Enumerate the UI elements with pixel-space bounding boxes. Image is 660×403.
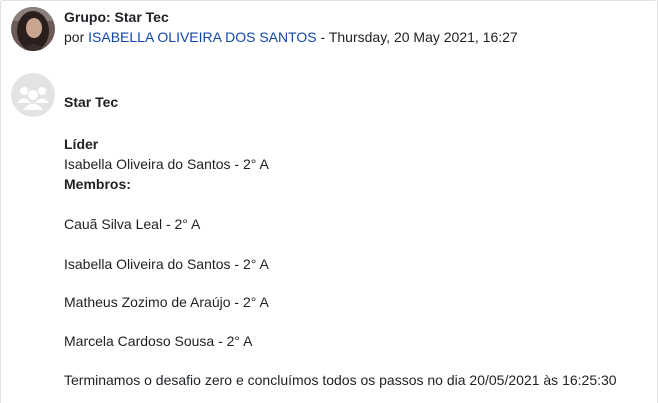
member-item: Matheus Zozimo de Araújo - 2° A: [64, 294, 269, 310]
members-heading: Membros:: [64, 176, 131, 192]
post-subject: Grupo: Star Tec: [64, 9, 169, 25]
group-avatar[interactable]: [11, 73, 55, 117]
group-title: Star Tec: [64, 94, 119, 110]
leader-name: Isabella Oliveira do Santos - 2° A: [64, 156, 269, 172]
author-link[interactable]: ISABELLA OLIVEIRA DOS SANTOS: [88, 29, 317, 45]
user-photo-icon: [11, 7, 55, 51]
group-icon: [11, 73, 55, 117]
post-date: Thursday, 20 May 2021, 16:27: [328, 29, 518, 45]
date-separator: -: [316, 29, 329, 45]
post-content: Star Tec Líder Isabella Oliveira do Sant…: [64, 92, 654, 390]
member-item: Cauã Silva Leal - 2° A: [64, 216, 201, 232]
member-item: Isabella Oliveira do Santos - 2° A: [64, 256, 269, 272]
byline-prefix: por: [64, 29, 85, 45]
forum-post: Grupo: Star Tec por ISABELLA OLIVEIRA DO…: [0, 0, 658, 403]
post-byline: por ISABELLA OLIVEIRA DOS SANTOS - Thurs…: [64, 29, 518, 45]
author-avatar[interactable]: [11, 7, 55, 51]
leader-heading: Líder: [64, 136, 99, 152]
member-item: Marcela Cardoso Sousa - 2° A: [64, 333, 253, 349]
closing-text: Terminamos o desafio zero e concluímos t…: [64, 372, 617, 388]
